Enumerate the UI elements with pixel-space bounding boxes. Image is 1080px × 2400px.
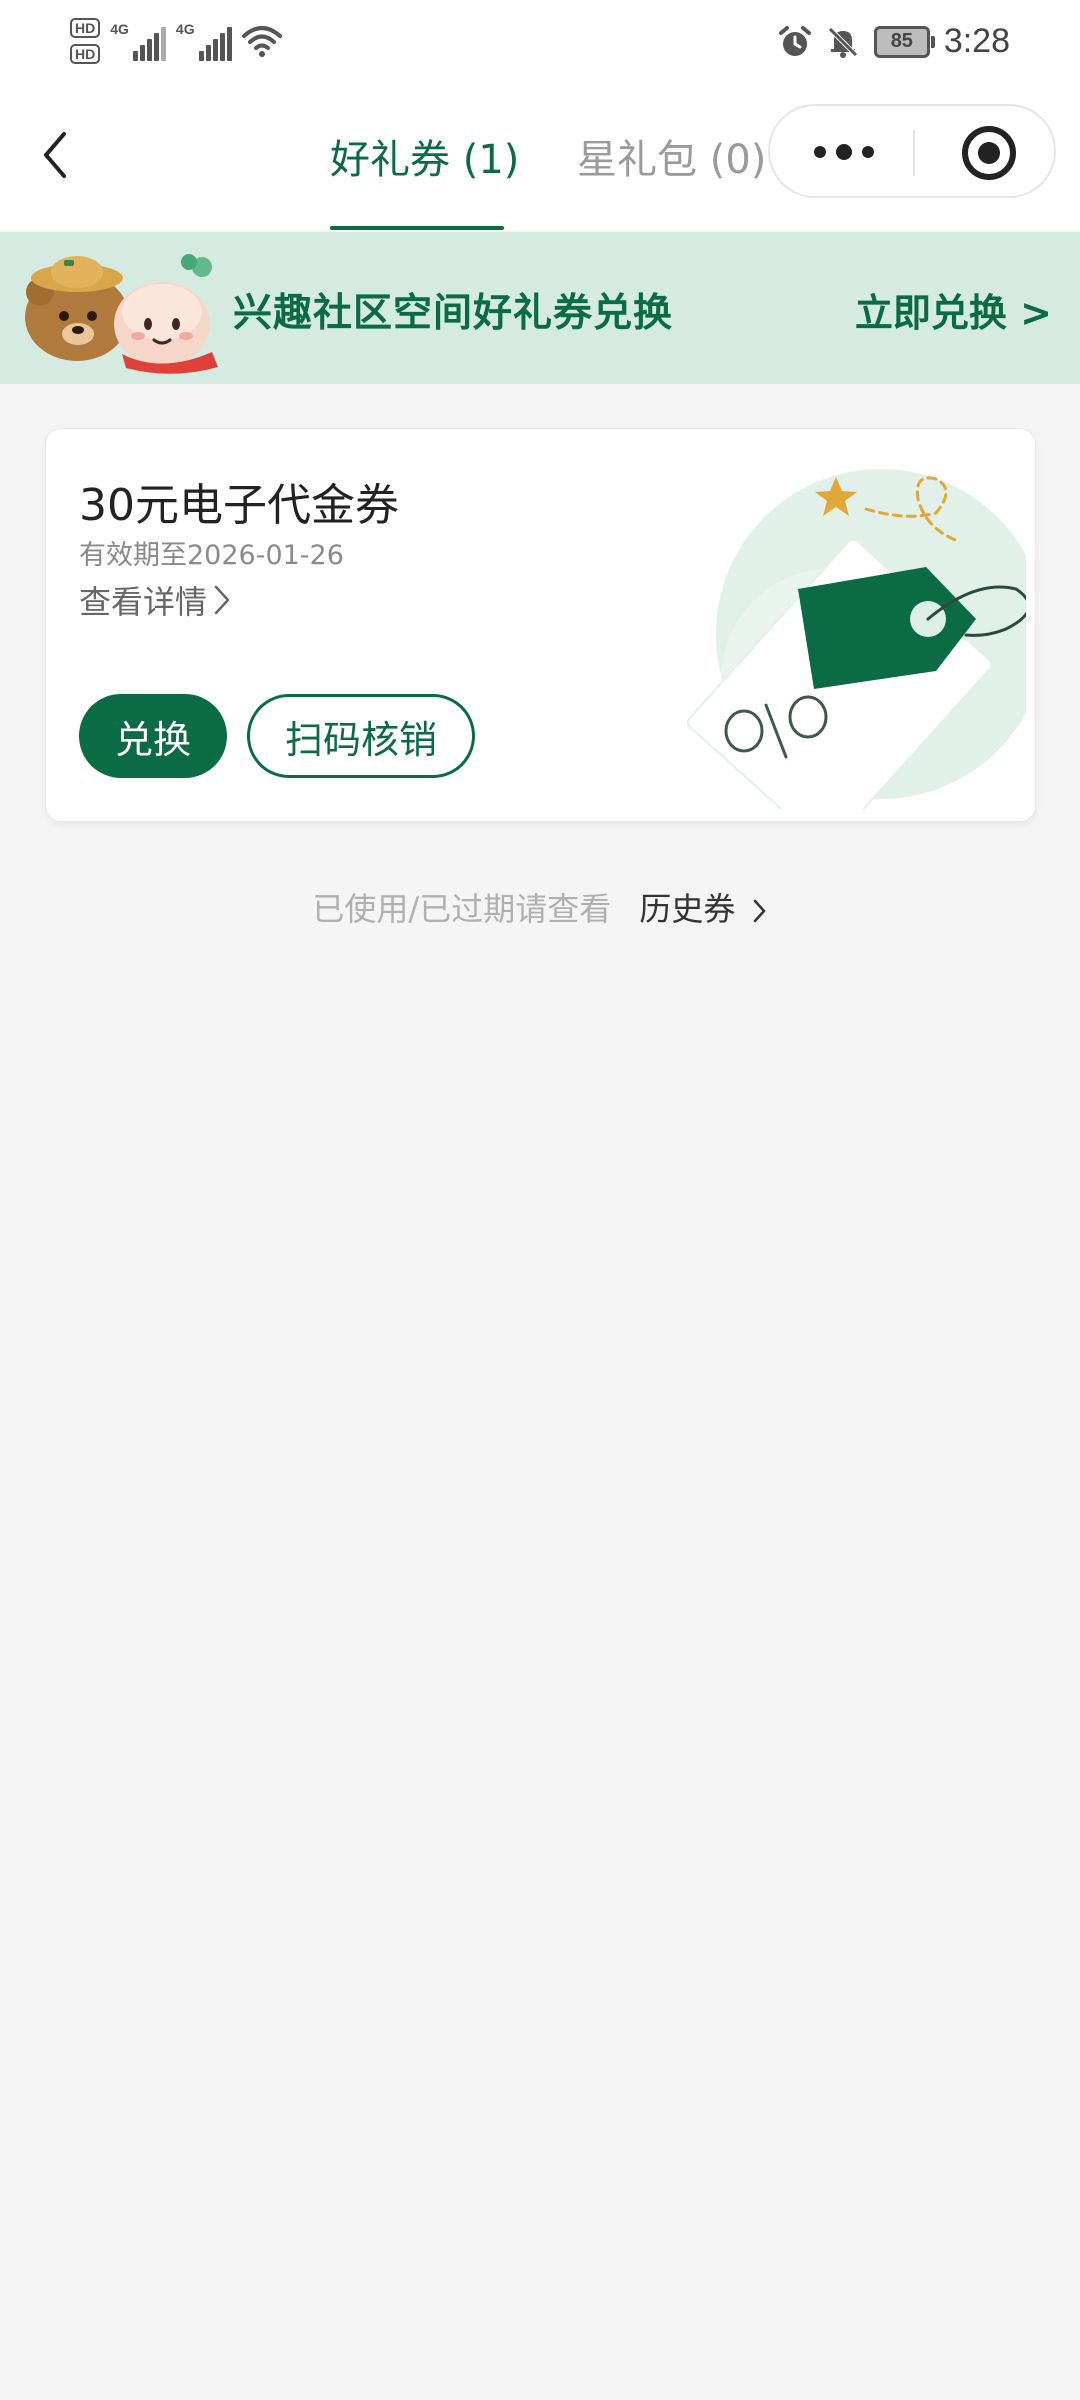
status-left: HD HD 4G 4G <box>70 18 282 64</box>
view-details-link[interactable]: 查看详情 <box>79 577 231 623</box>
status-bar: HD HD 4G 4G 85 3:28 <box>0 0 1080 95</box>
history-coupons-link[interactable]: 历史券 <box>639 890 767 928</box>
mascot-illustration <box>25 254 218 374</box>
close-button[interactable] <box>960 124 1018 182</box>
scan-verify-button[interactable]: 扫码核销 <box>247 694 475 778</box>
status-right: 85 3:28 <box>778 22 1010 61</box>
sim2-hd-badge: HD <box>70 44 101 64</box>
sim1-hd-badge: HD <box>70 18 101 38</box>
view-details-label: 查看详情 <box>79 583 208 621</box>
chevron-right-icon <box>753 899 765 923</box>
network-type-2: 4G <box>175 21 195 37</box>
coupon-expiry: 有效期至2026-01-26 <box>79 540 344 571</box>
clock: 3:28 <box>943 22 1010 60</box>
more-dots-icon <box>814 144 874 160</box>
signal-1-icon: 4G <box>110 21 166 61</box>
redeem-button[interactable]: 兑换 <box>79 694 227 778</box>
network-type-1: 4G <box>110 21 129 37</box>
promo-banner[interactable]: 兴趣社区空间好礼券兑换 立即兑换 > <box>0 232 1080 384</box>
active-tab-indicator <box>330 226 504 230</box>
bell-muted-icon <box>828 26 858 58</box>
chevron-left-icon <box>44 132 66 178</box>
tab-gift-packs[interactable]: 星礼包 (0) <box>577 130 766 190</box>
coupon-card: 30元电子代金券 有效期至2026-01-26 查看详情 兑换 扫码核销 <box>45 428 1036 822</box>
battery-indicator: 85 <box>873 25 935 58</box>
banner-title: 兴趣社区空间好礼券兑换 <box>233 291 674 336</box>
wifi-icon <box>241 26 282 57</box>
alarm-icon <box>778 25 811 56</box>
tab-coupons[interactable]: 好礼券 (1) <box>330 130 519 190</box>
more-button[interactable] <box>808 128 880 176</box>
history-coupons-label: 历史券 <box>639 890 736 928</box>
chevron-right-icon <box>214 585 230 615</box>
coupon-name: 30元电子代金券 <box>79 480 399 531</box>
back-button[interactable] <box>30 120 80 190</box>
signal-2-icon: 4G <box>176 21 232 61</box>
sim-badges: HD HD <box>70 18 101 64</box>
history-row: 已使用/已过期请查看 历史券 <box>0 884 1080 930</box>
miniprogram-capsule <box>768 104 1056 198</box>
close-target-icon <box>962 126 1016 180</box>
capsule-divider <box>913 130 915 176</box>
redeem-now-link[interactable]: 立即兑换 > <box>855 282 1052 337</box>
history-hint: 已使用/已过期请查看 <box>312 890 612 928</box>
coupon-tag-illustration <box>686 469 1026 809</box>
